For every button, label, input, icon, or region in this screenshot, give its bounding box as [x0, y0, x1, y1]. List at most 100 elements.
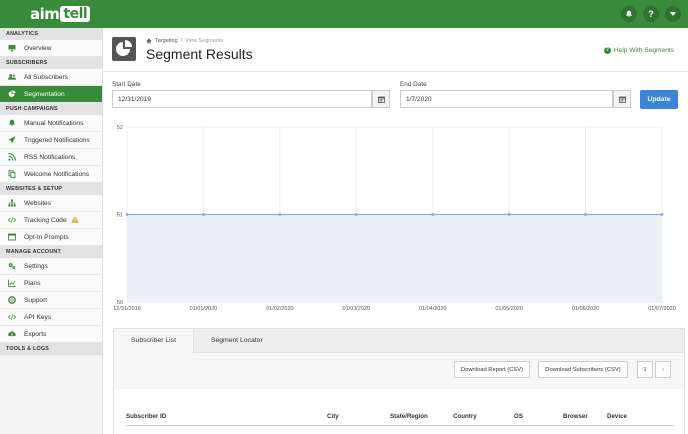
sidebar-item-label: Segmentation	[24, 90, 65, 98]
sidebar-section-subscribers: SUBSCRIBERS	[0, 57, 102, 69]
data-point[interactable]	[278, 213, 282, 216]
segments-pie-icon	[112, 37, 136, 61]
sidebar-item-overview[interactable]: Overview	[0, 40, 102, 57]
x-tick-label: 12/31/2019	[113, 306, 141, 312]
start-date-input[interactable]	[112, 90, 372, 108]
sitemap-icon	[8, 199, 16, 207]
end-date-label: End Date	[400, 81, 427, 88]
sidebar-item-label: API Keys	[24, 313, 52, 321]
data-point[interactable]	[125, 213, 129, 216]
sidebar-item-label: Welcome Notifications	[24, 170, 90, 178]
bell-icon	[8, 119, 16, 127]
sidebar-item-label: Plans	[24, 279, 41, 287]
col-country[interactable]: Country	[453, 413, 477, 420]
data-point[interactable]	[660, 213, 664, 216]
aimtell-logo[interactable]: aim tell	[30, 5, 91, 23]
sidebar-section-push-campaigns: PUSH CAMPAIGNS	[0, 103, 102, 115]
users-icon	[8, 73, 16, 81]
sidebar-item-label: All Subscribers	[24, 73, 68, 81]
sidebar-item-label: Opt-In Prompts	[24, 233, 69, 241]
sidebar-item-label: Settings	[24, 262, 48, 270]
page-title: Segment Results	[146, 46, 253, 62]
start-calendar-icon[interactable]	[372, 90, 390, 108]
sidebar-item-label: Websites	[24, 199, 51, 207]
series-area	[127, 214, 662, 302]
cloud-download-icon	[8, 330, 16, 338]
sidebar-item-settings[interactable]: Settings	[0, 258, 102, 275]
x-tick-label: 01/04/2020	[419, 306, 447, 312]
home-icon[interactable]	[146, 38, 152, 44]
help-link[interactable]: ? Help With Segments	[603, 47, 674, 54]
sidebar-item-manual-notifications[interactable]: Manual Notifications	[0, 115, 102, 132]
y-tick-label: 52	[117, 125, 123, 131]
top-bar: aim tell ?	[0, 0, 688, 28]
y-tick-label: 51	[117, 213, 123, 219]
sidebar-section-analytics: ANALYTICS	[0, 28, 102, 40]
data-point[interactable]	[507, 213, 511, 216]
tab-segment-locator[interactable]: Segment Locator	[194, 329, 280, 352]
help-icon[interactable]: ?	[643, 6, 659, 22]
end-calendar-icon[interactable]	[613, 90, 631, 108]
account-caret-icon[interactable]	[665, 6, 681, 22]
send-icon	[8, 136, 16, 144]
sidebar-item-segmentation[interactable]: Segmentation	[0, 86, 102, 103]
col-browser[interactable]: Browser	[563, 413, 588, 420]
sidebar-item-label: Triggered Notifications	[24, 136, 90, 144]
subscriber-table: Subscriber ID City State/Region Country …	[114, 389, 684, 434]
sidebar-item-opt-in-prompts[interactable]: Opt-In Prompts	[0, 229, 102, 246]
warning-icon	[70, 215, 79, 225]
next-page-button[interactable]: ›	[655, 361, 671, 378]
table-header-divider	[126, 425, 674, 426]
download-subscribers-button[interactable]: Download Subscribers (CSV)	[538, 361, 628, 378]
col-device[interactable]: Device	[607, 413, 627, 420]
lifebuoy-icon	[8, 296, 16, 304]
download-report-button[interactable]: Download Report (CSV)	[454, 361, 530, 378]
sidebar: ANALYTICS Overview SUBSCRIBERS All Subscrib…	[0, 28, 103, 434]
col-os[interactable]: OS	[514, 413, 523, 420]
sidebar-item-api-keys[interactable]: API Keys	[0, 309, 102, 326]
sidebar-item-welcome-notifications[interactable]: Welcome Notifications	[0, 166, 102, 183]
page-1-button[interactable]: 1	[637, 361, 653, 378]
sidebar-item-exports[interactable]: Exports	[0, 326, 102, 343]
breadcrumb: Targeting / View Segments	[146, 38, 223, 44]
col-city[interactable]: City	[327, 413, 339, 420]
sidebar-item-rss-notifications[interactable]: RSS Notifications	[0, 149, 102, 166]
end-date-input[interactable]	[400, 90, 613, 108]
sidebar-item-plans[interactable]: Plans	[0, 275, 102, 292]
x-tick-label: 01/03/2020	[343, 306, 371, 312]
sidebar-item-websites[interactable]: Websites	[0, 195, 102, 212]
data-point[interactable]	[201, 213, 205, 216]
sidebar-item-support[interactable]: Support	[0, 292, 102, 309]
sidebar-item-triggered-notifications[interactable]: Triggered Notifications	[0, 132, 102, 149]
help-label: Help With Segments	[613, 47, 674, 54]
sidebar-item-label: Exports	[24, 330, 47, 338]
data-point[interactable]	[584, 213, 588, 216]
tab-subscriber-list[interactable]: Subscriber List	[114, 329, 194, 354]
breadcrumb-separator: /	[180, 38, 183, 44]
copy-icon	[8, 170, 16, 178]
data-point[interactable]	[354, 213, 358, 216]
x-tick-label: 01/07/2020	[648, 306, 676, 312]
pie-icon	[8, 90, 16, 98]
sidebar-section-tools-logs: TOOLS & LOGS	[0, 343, 102, 355]
data-point[interactable]	[431, 213, 435, 216]
sidebar-item-label: Manual Notifications	[24, 119, 84, 127]
sidebar-item-all-subscribers[interactable]: All Subscribers	[0, 69, 102, 86]
sidebar-section-websites-setup: WEBSITES & SETUP	[0, 183, 102, 195]
sidebar-item-tracking-code[interactable]: Tracking Code	[0, 212, 102, 229]
bell-icon[interactable]	[621, 6, 637, 22]
chart-icon	[8, 279, 16, 287]
update-button[interactable]: Update	[640, 90, 678, 109]
results-panel: Subscriber List Segment Locator Download…	[113, 328, 685, 434]
code-icon	[8, 216, 16, 224]
code-icon	[8, 313, 16, 321]
col-subscriber-id[interactable]: Subscriber ID	[126, 413, 166, 420]
breadcrumb-targeting[interactable]: Targeting	[155, 38, 178, 44]
rss-icon	[8, 153, 16, 161]
start-date-label: Start Date	[112, 81, 141, 88]
monitor-icon	[8, 44, 16, 52]
x-tick-label: 01/01/2020	[190, 306, 218, 312]
col-state-region[interactable]: State/Region	[390, 413, 428, 420]
sidebar-section-manage-account: MANAGE ACCOUNT	[0, 246, 102, 258]
sidebar-item-label: RSS Notifications	[24, 153, 76, 161]
